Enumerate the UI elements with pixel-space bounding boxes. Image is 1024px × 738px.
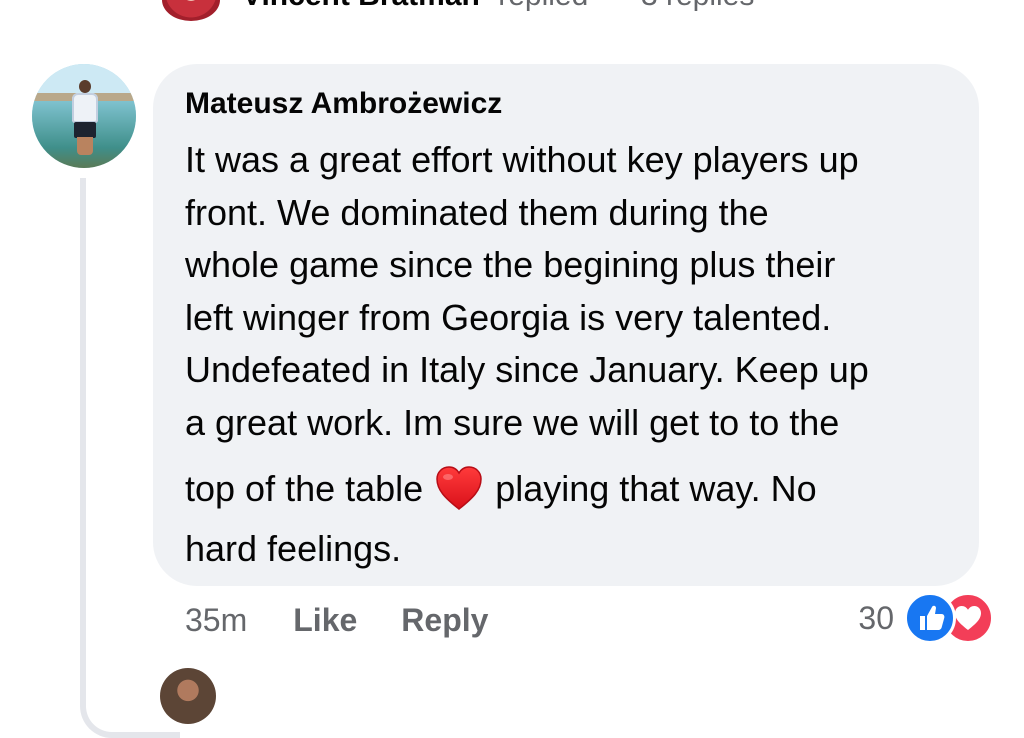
comment-line: front. We dominated them during the — [185, 191, 769, 233]
comment-line: whole game since the begining plus their — [185, 244, 836, 285]
previous-reply-avatar[interactable] — [162, 0, 220, 21]
comment-line-with-emoji: top of the table playing that way. No — [185, 455, 949, 523]
comment-text: It was a great effort without key player… — [185, 134, 949, 576]
comment-line: hard feelings. — [185, 528, 402, 569]
comment-line: Undefeated in Italy since January. Keep … — [185, 349, 869, 390]
previous-reply-action: replied — [498, 0, 588, 12]
commenter-avatar[interactable] — [32, 64, 136, 168]
comment-author[interactable]: Mateusz Ambrożewicz — [185, 84, 949, 124]
like-button[interactable]: Like — [293, 602, 357, 639]
reaction-summary[interactable]: 30 — [858, 592, 994, 644]
reply-button[interactable]: Reply — [401, 602, 488, 639]
previous-reply-name: Vincent Bratman — [242, 0, 480, 12]
comment-timestamp[interactable]: 35m — [185, 602, 247, 639]
comment-line: left winger from Georgia is very talente… — [185, 296, 832, 338]
red-heart-icon — [435, 465, 483, 511]
previous-replies-row[interactable]: Vincent Bratman replied · 3 replies — [162, 0, 754, 22]
comment-line-part: playing that way. No — [495, 468, 817, 509]
next-reply-avatar[interactable] — [160, 668, 216, 724]
previous-reply-count: 3 replies — [641, 0, 754, 12]
like-reaction-icon — [904, 592, 956, 644]
comment-line: It was a great effort without key player… — [185, 139, 859, 180]
separator-dot: · — [605, 0, 615, 12]
comment-bubble: Mateusz Ambrożewicz It was a great effor… — [153, 64, 979, 586]
reaction-count: 30 — [858, 599, 894, 636]
comment-line-part: top of the table — [185, 468, 424, 509]
comment-actions: 35m Like Reply — [185, 596, 488, 644]
previous-replies-summary[interactable]: Vincent Bratman replied · 3 replies — [242, 0, 754, 13]
comment-line: a great work. Im sure we will get to to … — [185, 401, 840, 443]
